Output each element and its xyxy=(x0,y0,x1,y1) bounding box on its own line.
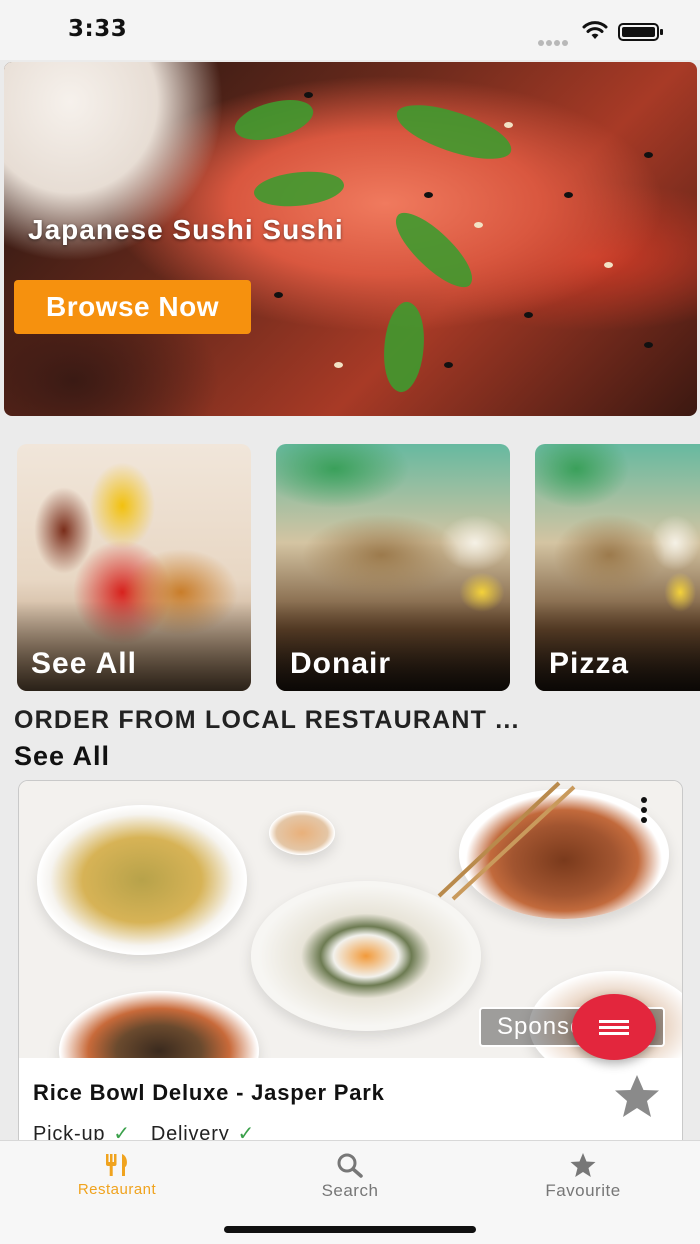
star-icon xyxy=(570,1153,596,1177)
home-indicator xyxy=(224,1226,476,1233)
restaurant-name: Rice Bowl Deluxe - Jasper Park xyxy=(33,1080,385,1105)
section-title: ORDER FROM LOCAL RESTAURANT ... xyxy=(14,706,520,734)
category-card-pizza[interactable]: Pizza xyxy=(535,444,700,691)
search-icon xyxy=(337,1153,363,1178)
browse-now-button[interactable]: Browse Now xyxy=(14,280,251,334)
hero-title: Japanese Sushi Sushi xyxy=(28,214,344,245)
category-card-donair[interactable]: Donair xyxy=(276,444,510,691)
signal-icon xyxy=(538,33,570,51)
hero-banner[interactable]: Japanese Sushi Sushi Browse Now xyxy=(4,62,697,416)
category-label: Donair xyxy=(290,647,392,680)
wifi-icon xyxy=(582,21,608,39)
category-label: Pizza xyxy=(549,647,630,680)
battery-icon xyxy=(618,23,663,41)
category-card-see-all[interactable]: See All xyxy=(17,444,251,691)
more-options-icon[interactable] xyxy=(637,797,651,831)
menu-fab-button[interactable] xyxy=(572,994,656,1060)
category-label: See All xyxy=(31,647,137,680)
tab-label: Restaurant xyxy=(77,1181,157,1198)
status-bar: 3:33 xyxy=(0,0,700,60)
tab-label: Favourite xyxy=(545,1181,621,1200)
fork-knife-icon xyxy=(106,1154,127,1176)
tab-label: Search xyxy=(321,1181,379,1200)
tab-restaurant[interactable]: Restaurant xyxy=(27,1151,207,1198)
tab-search[interactable]: Search xyxy=(260,1151,440,1201)
favourite-star-icon[interactable] xyxy=(611,1073,663,1119)
status-time: 3:33 xyxy=(68,16,128,42)
see-all-link[interactable]: See All xyxy=(14,741,110,772)
hamburger-menu-icon xyxy=(599,1017,629,1038)
tab-favourite[interactable]: Favourite xyxy=(493,1151,673,1201)
restaurant-card[interactable]: Sponsored Rice Bowl Deluxe - Jasper Park… xyxy=(18,780,683,1160)
